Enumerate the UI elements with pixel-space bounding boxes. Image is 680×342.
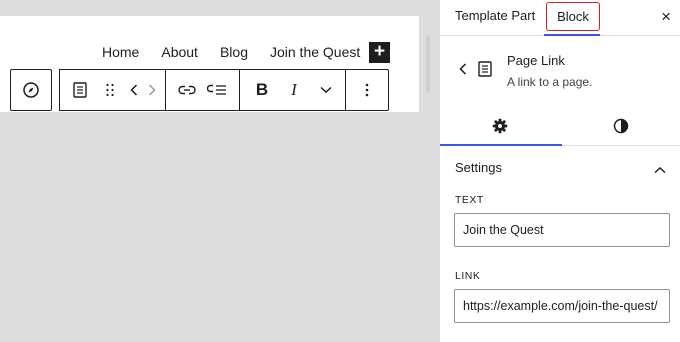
submenu-icon[interactable] [202, 72, 232, 108]
page-icon[interactable] [65, 72, 95, 108]
toolbar-group-link [165, 69, 240, 111]
link-input[interactable]: https://example.com/join-the-quest/ [454, 289, 670, 323]
nav-item-blog[interactable]: Blog [220, 44, 248, 60]
text-input[interactable]: Join the Quest [454, 213, 670, 247]
editor-canvas: Home About Blog Join the Quest + B I [0, 0, 439, 342]
block-card: Page Link A link to a page. [440, 37, 680, 105]
toolbar-group-options [345, 69, 389, 111]
toolbar-group-navigation [10, 69, 52, 111]
block-toolbar: B I [10, 69, 389, 111]
gear-icon [492, 118, 508, 133]
page-icon [478, 61, 492, 82]
drag-handle-icon[interactable] [95, 72, 125, 108]
tab-template-part[interactable]: Template Part [455, 0, 535, 36]
chevron-up-icon[interactable] [654, 161, 666, 179]
chevron-down-icon[interactable] [311, 72, 341, 108]
canvas-scrollbar[interactable] [426, 35, 430, 93]
link-field-label: LINK [455, 270, 481, 282]
contrast-icon [613, 118, 629, 133]
nav-item-about[interactable]: About [161, 44, 198, 60]
block-description: A link to a page. [507, 75, 593, 89]
block-title: Page Link [507, 53, 565, 68]
more-options-icon[interactable] [352, 72, 382, 108]
add-block-button[interactable]: + [369, 42, 390, 63]
tab-settings[interactable] [440, 105, 560, 146]
move-right-icon[interactable] [143, 72, 161, 108]
sidebar-tabs: Template Part Block × [440, 0, 680, 36]
close-icon[interactable]: × [661, 8, 671, 25]
active-subtab-indicator [440, 144, 562, 146]
italic-button[interactable]: I [279, 72, 309, 108]
back-chevron-icon[interactable] [459, 62, 467, 80]
link-icon[interactable] [172, 72, 202, 108]
nav-item-home[interactable]: Home [102, 44, 139, 60]
settings-sidebar: Template Part Block × Page Link A link t… [439, 0, 680, 342]
move-left-icon[interactable] [125, 72, 143, 108]
bold-button[interactable]: B [247, 72, 277, 108]
toolbar-group-format: B I [239, 69, 346, 111]
nav-item-join-the-quest[interactable]: Join the Quest [270, 44, 360, 60]
active-tab-indicator [544, 34, 600, 36]
compass-icon[interactable] [16, 72, 46, 108]
text-field-label: TEXT [455, 194, 484, 206]
tab-block[interactable]: Block [546, 2, 600, 31]
tab-styles[interactable] [561, 105, 680, 146]
navigation-menu: Home About Blog Join the Quest [102, 44, 380, 60]
toolbar-group-block [59, 69, 166, 111]
inspector-tabs [440, 105, 680, 146]
settings-panel-title[interactable]: Settings [455, 160, 502, 175]
